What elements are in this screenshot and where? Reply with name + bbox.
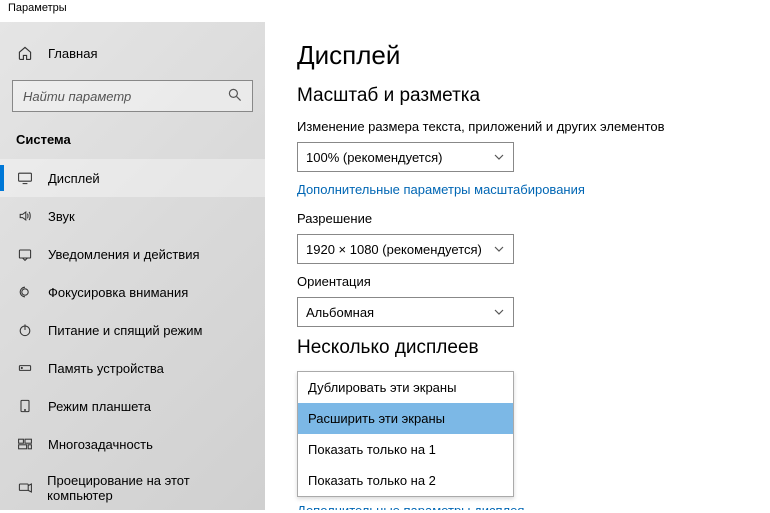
search-input[interactable] bbox=[12, 80, 253, 112]
multi-option-only2[interactable]: Показать только на 2 bbox=[298, 465, 513, 496]
sidebar-item-label: Фокусировка внимания bbox=[48, 285, 188, 300]
sound-icon bbox=[16, 207, 34, 225]
sidebar-item-label: Звук bbox=[48, 209, 75, 224]
window-title: Параметры bbox=[0, 0, 770, 22]
sidebar-item-label: Уведомления и действия bbox=[48, 247, 200, 262]
sidebar-home-label: Главная bbox=[48, 46, 97, 61]
orientation-value: Альбомная bbox=[306, 305, 374, 320]
sidebar-item-tablet[interactable]: Режим планшета bbox=[0, 387, 265, 425]
storage-icon bbox=[16, 359, 34, 377]
notifications-icon bbox=[16, 245, 34, 263]
sidebar-item-label: Память устройства bbox=[48, 361, 164, 376]
orientation-label: Ориентация bbox=[297, 274, 746, 289]
sidebar-item-projecting[interactable]: Проецирование на этот компьютер bbox=[0, 463, 265, 513]
sidebar-item-sound[interactable]: Звук bbox=[0, 197, 265, 235]
sidebar-item-focus[interactable]: Фокусировка внимания bbox=[0, 273, 265, 311]
sidebar-item-label: Дисплей bbox=[48, 171, 100, 186]
sidebar-item-notifications[interactable]: Уведомления и действия bbox=[0, 235, 265, 273]
multi-option-extend[interactable]: Расширить эти экраны bbox=[298, 403, 513, 434]
sidebar: Главная Система Дисплей Звук Уведо bbox=[0, 22, 265, 510]
resolution-select[interactable]: 1920 × 1080 (рекомендуется) bbox=[297, 234, 514, 264]
sidebar-item-label: Режим планшета bbox=[48, 399, 151, 414]
sidebar-item-label: Питание и спящий режим bbox=[48, 323, 202, 338]
sidebar-home[interactable]: Главная bbox=[0, 34, 265, 72]
tablet-icon bbox=[16, 397, 34, 415]
sidebar-category: Система bbox=[0, 128, 265, 159]
advanced-scale-link[interactable]: Дополнительные параметры масштабирования bbox=[297, 182, 746, 197]
multi-option-duplicate[interactable]: Дублировать эти экраны bbox=[298, 372, 513, 403]
page-title: Дисплей bbox=[297, 40, 746, 71]
chevron-down-icon bbox=[493, 243, 505, 255]
orientation-select[interactable]: Альбомная bbox=[297, 297, 514, 327]
multi-display-dropdown[interactable]: Дублировать эти экраны Расширить эти экр… bbox=[297, 371, 514, 497]
chevron-down-icon bbox=[493, 306, 505, 318]
display-icon bbox=[16, 169, 34, 187]
sidebar-item-power[interactable]: Питание и спящий режим bbox=[0, 311, 265, 349]
chevron-down-icon bbox=[493, 151, 505, 163]
search-icon bbox=[227, 87, 245, 105]
resolution-label: Разрешение bbox=[297, 211, 746, 226]
sidebar-item-label: Многозадачность bbox=[48, 437, 153, 452]
search-box[interactable] bbox=[12, 80, 253, 112]
additional-display-link[interactable]: Дополнительные параметры дисплея bbox=[297, 503, 746, 510]
power-icon bbox=[16, 321, 34, 339]
scale-label: Изменение размера текста, приложений и д… bbox=[297, 119, 746, 134]
home-icon bbox=[16, 44, 34, 62]
content-pane: Дисплей Масштаб и разметка Изменение раз… bbox=[265, 22, 770, 510]
resolution-value: 1920 × 1080 (рекомендуется) bbox=[306, 242, 482, 257]
section-multi: Несколько дисплеев bbox=[297, 337, 746, 359]
multitask-icon bbox=[16, 435, 34, 453]
projecting-icon bbox=[16, 479, 33, 497]
multi-option-only1[interactable]: Показать только на 1 bbox=[298, 434, 513, 465]
focus-icon bbox=[16, 283, 34, 301]
scale-value: 100% (рекомендуется) bbox=[306, 150, 442, 165]
sidebar-item-storage[interactable]: Память устройства bbox=[0, 349, 265, 387]
scale-select[interactable]: 100% (рекомендуется) bbox=[297, 142, 514, 172]
sidebar-item-display[interactable]: Дисплей bbox=[0, 159, 265, 197]
sidebar-item-label: Проецирование на этот компьютер bbox=[47, 473, 249, 503]
sidebar-item-multitask[interactable]: Многозадачность bbox=[0, 425, 265, 463]
section-scale: Масштаб и разметка bbox=[297, 85, 746, 107]
